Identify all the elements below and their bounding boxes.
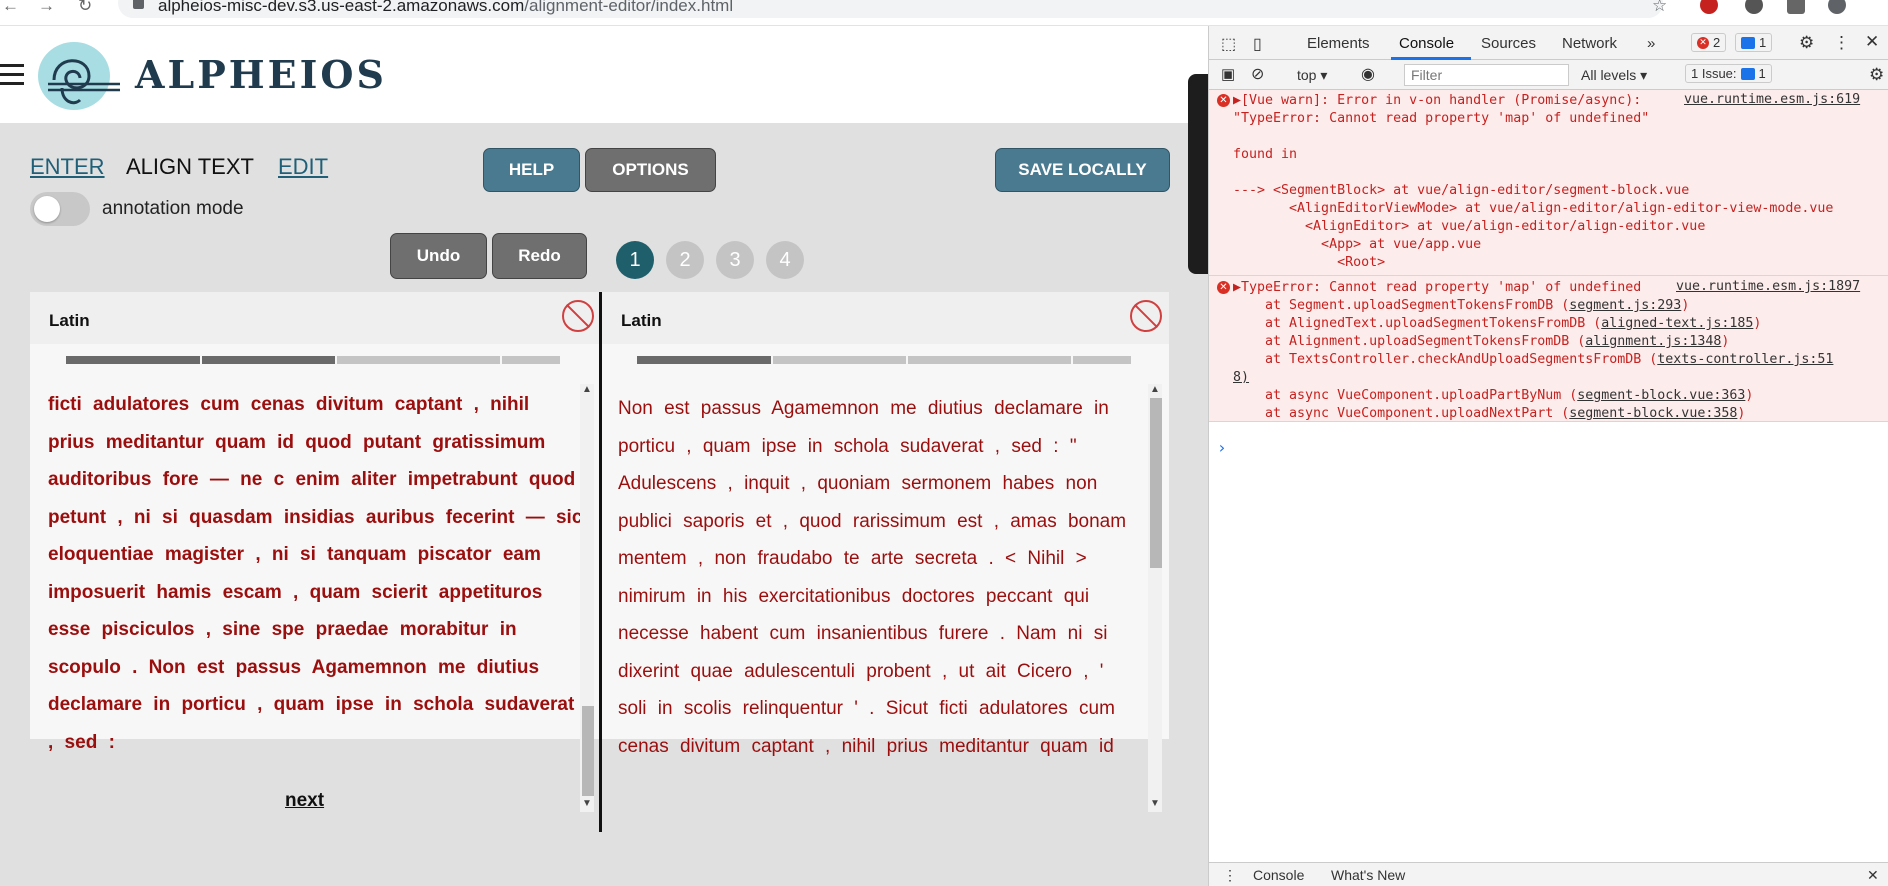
- mode-enter-link[interactable]: ENTER: [30, 154, 105, 180]
- help-button[interactable]: HELP: [483, 148, 580, 192]
- right-scrollbar[interactable]: ▲ ▼: [1148, 384, 1162, 812]
- lock-icon: [133, 0, 144, 9]
- left-scroll-thumb[interactable]: [582, 706, 594, 796]
- hide-panel-icon[interactable]: [562, 300, 594, 332]
- redo-button[interactable]: Redo: [492, 233, 587, 279]
- puzzle-icon[interactable]: [1787, 0, 1805, 14]
- devtools-drawer-tabs: ⋮ Console What's New ✕: [1209, 862, 1888, 886]
- annotation-mode-toggle[interactable]: [30, 192, 90, 226]
- log-levels-dropdown[interactable]: All levels ▾: [1581, 67, 1647, 84]
- console-prompt[interactable]: ›: [1217, 438, 1227, 457]
- undo-button[interactable]: Undo: [390, 233, 487, 279]
- extension-shield-icon[interactable]: [1700, 0, 1718, 14]
- forward-arrow-icon[interactable]: →: [38, 0, 55, 14]
- url-text[interactable]: alpheios-misc-dev.s3.us-east-2.amazonaws…: [158, 0, 733, 14]
- hide-panel-icon[interactable]: [1130, 300, 1162, 332]
- kebab-menu-icon[interactable]: ⋮: [1833, 33, 1850, 53]
- reload-icon[interactable]: ↻: [78, 0, 92, 14]
- more-tabs-icon[interactable]: »: [1647, 35, 1655, 52]
- close-drawer-icon[interactable]: ✕: [1867, 867, 1879, 884]
- console-error-vue-warn[interactable]: ✕ ▶[Vue warn]: Error in v-on handler (Pr…: [1209, 90, 1888, 276]
- left-panel-language: Latin: [49, 311, 90, 330]
- left-progress-bar: [66, 356, 560, 364]
- console-toolbar: ▣ ⊘ top ▾ ◉ Filter All levels ▾ 1 Issue:…: [1209, 60, 1888, 90]
- scroll-up-icon[interactable]: ▲: [1150, 384, 1160, 395]
- scroll-down-icon[interactable]: ▼: [582, 798, 592, 809]
- stack-link[interactable]: alignment.js:1348: [1585, 334, 1721, 349]
- brand-title: ALPHEIOS: [135, 52, 387, 97]
- eye-icon[interactable]: ◉: [1361, 64, 1375, 84]
- error-icon: ✕: [1217, 94, 1230, 107]
- error-icon: ✕: [1217, 281, 1230, 294]
- drawer-tab-console[interactable]: Console: [1253, 867, 1304, 883]
- source-link[interactable]: vue.runtime.esm.js:1897: [1676, 279, 1860, 294]
- left-text-panel: Latin ficti adulatores cum cenas divitum…: [30, 292, 599, 812]
- devtools-panel: ⬚ ▯ Elements Console Sources Network » ✕…: [1208, 26, 1888, 886]
- stack-link[interactable]: segment-block.vue:363: [1577, 388, 1745, 403]
- toggle-knob: [34, 196, 60, 222]
- stack-link[interactable]: aligned-text.js:185: [1601, 316, 1753, 331]
- tab-elements[interactable]: Elements: [1307, 35, 1370, 52]
- right-progress-bar: [637, 356, 1131, 364]
- right-panel-language: Latin: [621, 311, 662, 330]
- issue-icon: [1740, 67, 1755, 80]
- bookmark-star-icon[interactable]: ☆: [1652, 0, 1667, 14]
- stack-link[interactable]: segment.js:293: [1569, 298, 1681, 313]
- left-scrollbar[interactable]: ▲ ▼: [580, 384, 594, 812]
- hamburger-menu-icon[interactable]: [0, 64, 24, 86]
- right-panel-header: Latin: [602, 292, 1169, 344]
- error-count-badge[interactable]: ✕ 2: [1691, 33, 1727, 52]
- tab-network[interactable]: Network: [1562, 35, 1617, 52]
- source-link[interactable]: vue.runtime.esm.js:619: [1684, 92, 1860, 107]
- sidebar-toggle-icon[interactable]: ▣: [1221, 65, 1235, 83]
- message-count-badge[interactable]: 1: [1735, 33, 1773, 52]
- error-icon: ✕: [1697, 36, 1709, 49]
- drawer-tab-whats-new[interactable]: What's New: [1331, 867, 1405, 883]
- devtools-tab-bar: ⬚ ▯ Elements Console Sources Network » ✕…: [1209, 26, 1888, 60]
- page-3-button[interactable]: 3: [716, 241, 754, 279]
- console-error-typeerror[interactable]: ✕ ▶TypeError: Cannot read property 'map'…: [1209, 276, 1888, 422]
- scroll-up-icon[interactable]: ▲: [582, 384, 592, 395]
- context-selector[interactable]: top ▾: [1297, 67, 1327, 84]
- alpheios-logo-icon: [38, 42, 120, 110]
- mode-edit-link[interactable]: EDIT: [278, 154, 328, 180]
- extension-icon[interactable]: [1745, 0, 1763, 14]
- clear-console-icon[interactable]: ⊘: [1251, 64, 1264, 84]
- right-text-panel: Latin Non est passus Agamemnon me diutiu…: [602, 292, 1169, 812]
- right-scroll-thumb[interactable]: [1150, 398, 1162, 568]
- console-filter-input[interactable]: Filter: [1404, 64, 1569, 86]
- device-toggle-icon[interactable]: ▯: [1253, 34, 1262, 54]
- scroll-down-icon[interactable]: ▼: [1150, 798, 1160, 809]
- annotation-mode-label: annotation mode: [102, 198, 244, 219]
- browser-address-bar: ← → ↻ alpheios-misc-dev.s3.us-east-2.ama…: [0, 0, 1888, 26]
- issues-badge[interactable]: 1 Issue: 1: [1685, 64, 1772, 83]
- side-toolbar-card: [1188, 74, 1208, 274]
- back-arrow-icon[interactable]: ←: [2, 0, 19, 14]
- left-panel-text[interactable]: ficti adulatores cum cenas divitum capta…: [48, 386, 586, 761]
- tab-sources[interactable]: Sources: [1481, 35, 1536, 52]
- save-locally-button[interactable]: SAVE LOCALLY: [995, 148, 1170, 192]
- stack-link[interactable]: texts-controller.js:51: [1657, 352, 1833, 367]
- page-2-button[interactable]: 2: [666, 241, 704, 279]
- options-button[interactable]: OPTIONS: [585, 148, 716, 192]
- console-settings-icon[interactable]: ⚙: [1869, 65, 1884, 85]
- profile-avatar-icon[interactable]: [1828, 0, 1846, 14]
- close-devtools-icon[interactable]: ✕: [1865, 32, 1879, 52]
- mode-align-text[interactable]: ALIGN TEXT: [126, 154, 254, 180]
- message-icon: [1741, 36, 1755, 49]
- stack-link[interactable]: segment-block.vue:358: [1569, 406, 1737, 421]
- page-4-button[interactable]: 4: [766, 241, 804, 279]
- tab-console[interactable]: Console: [1399, 35, 1454, 52]
- page-1-button[interactable]: 1: [616, 241, 654, 279]
- drawer-menu-icon[interactable]: ⋮: [1223, 867, 1237, 884]
- inspect-element-icon[interactable]: ⬚: [1221, 34, 1236, 54]
- next-link[interactable]: next: [285, 790, 324, 812]
- settings-gear-icon[interactable]: ⚙: [1799, 33, 1814, 53]
- app-header: ALPHEIOS: [0, 26, 1208, 123]
- alignment-editor-app: ALPHEIOS ENTER ALIGN TEXT EDIT HELP OPTI…: [0, 26, 1208, 886]
- right-panel-text[interactable]: Non est passus Agamemnon me diutius decl…: [618, 390, 1128, 770]
- left-panel-header: Latin: [30, 292, 599, 344]
